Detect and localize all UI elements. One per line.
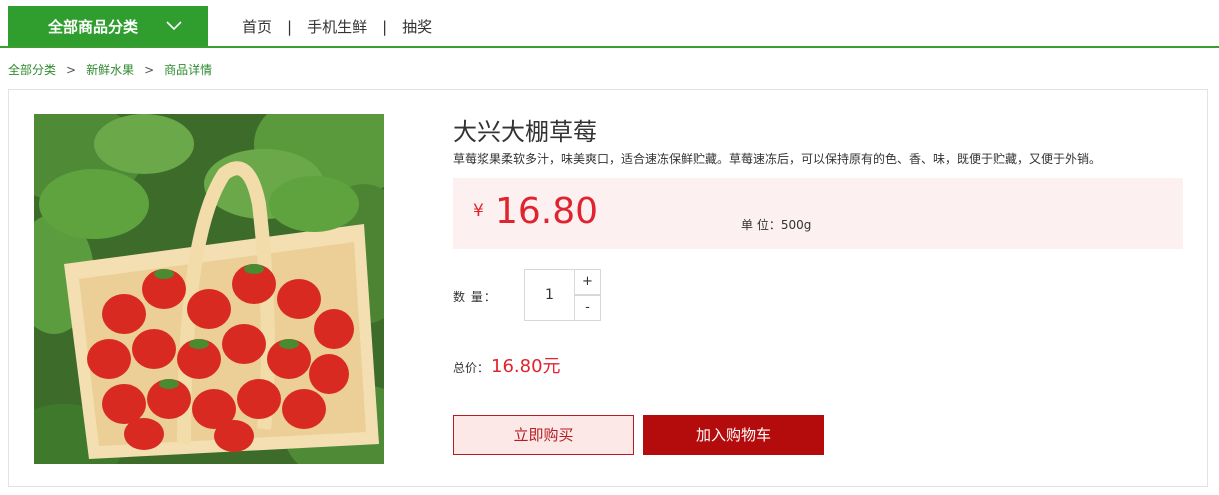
nav-link-home[interactable]: 首页 xyxy=(242,16,272,37)
breadcrumb-product-detail[interactable]: 商品详情 xyxy=(164,61,212,78)
total-label: 总价： xyxy=(453,361,490,375)
quantity-label: 数 量： xyxy=(453,290,497,304)
total-amount: 16.80元 xyxy=(491,356,561,377)
product-unit: 单 位：500g xyxy=(741,218,812,232)
breadcrumb: 全部分类 > 新鲜水果 > 商品详情 xyxy=(8,61,212,78)
product-image xyxy=(34,114,384,464)
breadcrumb-separator: > xyxy=(66,62,77,77)
chevron-down-icon xyxy=(166,21,182,31)
price-panel: ¥ 16.80 单 位：500g xyxy=(453,178,1183,249)
nav-separator: | xyxy=(287,17,293,36)
strawberry-basket-photo xyxy=(34,114,384,464)
product-card: 大兴大棚草莓 草莓浆果柔软多汁，味美爽口，适合速冻保鲜贮藏。草莓速冻后，可以保持… xyxy=(8,89,1208,487)
all-categories-button[interactable]: 全部商品分类 xyxy=(8,6,208,46)
nav-link-lottery[interactable]: 抽奖 xyxy=(402,16,432,37)
product-description: 草莓浆果柔软多汁，味美爽口，适合速冻保鲜贮藏。草莓速冻后，可以保持原有的色、香、… xyxy=(453,152,1102,166)
breadcrumb-fresh-fruit[interactable]: 新鲜水果 xyxy=(86,61,134,78)
buy-now-button[interactable]: 立即购买 xyxy=(453,415,634,455)
quantity-increase-button[interactable]: + xyxy=(574,269,601,295)
all-categories-label: 全部商品分类 xyxy=(48,17,139,36)
currency-symbol: ¥ xyxy=(473,201,484,221)
quantity-input[interactable]: 1 xyxy=(524,269,575,321)
nav-links: 首页 | 手机生鲜 | 抽奖 xyxy=(242,16,432,37)
breadcrumb-all-categories[interactable]: 全部分类 xyxy=(8,61,56,78)
quantity-decrease-button[interactable]: - xyxy=(574,295,601,321)
product-price: 16.80 xyxy=(495,191,599,232)
total-price: 总价： 16.80元 xyxy=(453,352,561,378)
top-navigation: 全部商品分类 首页 | 手机生鲜 | 抽奖 xyxy=(0,0,1219,48)
nav-link-fresh[interactable]: 手机生鲜 xyxy=(307,16,367,37)
product-title: 大兴大棚草莓 xyxy=(453,118,597,146)
add-to-cart-button[interactable]: 加入购物车 xyxy=(643,415,824,455)
nav-separator: | xyxy=(382,17,388,36)
breadcrumb-separator: > xyxy=(144,62,155,77)
